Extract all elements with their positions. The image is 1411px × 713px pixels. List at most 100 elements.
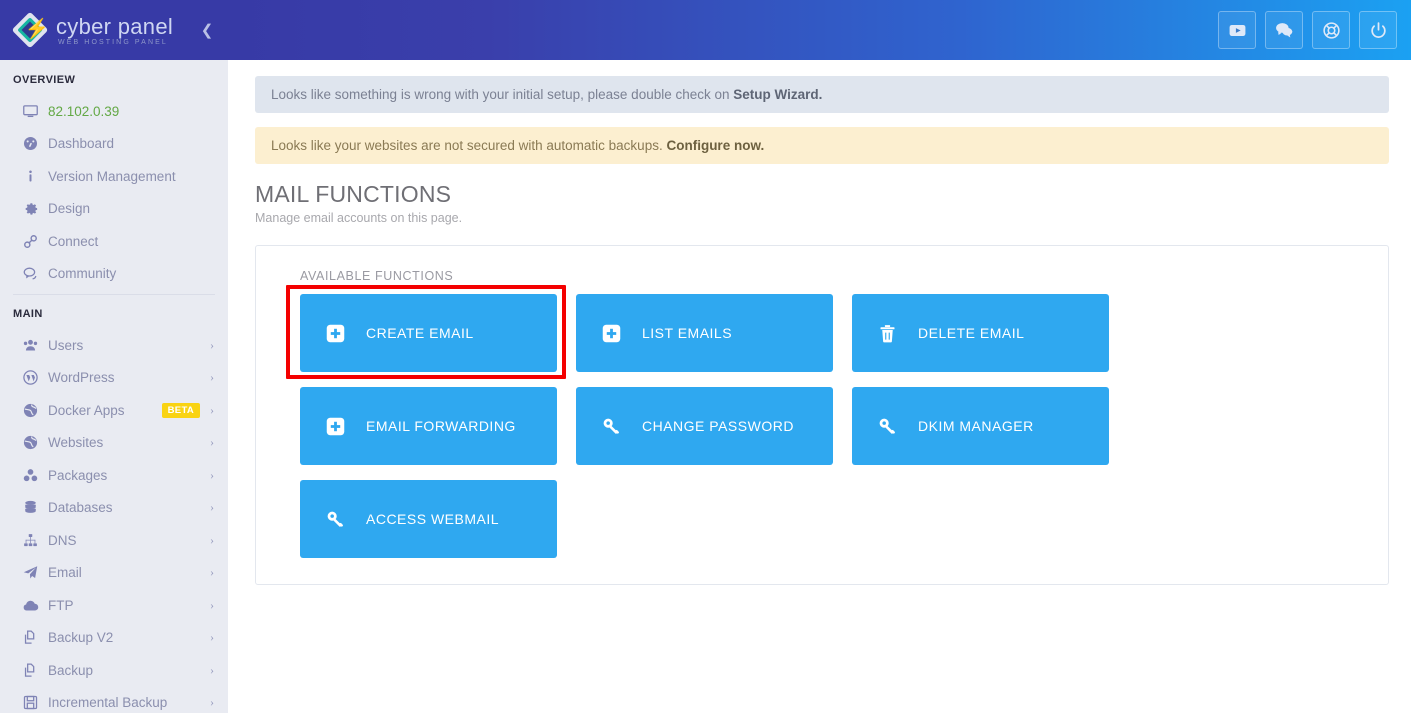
sidebar-item-packages[interactable]: Packages › [0,459,228,492]
brand-subtitle: WEB HOSTING PANEL [58,39,173,46]
sidebar-item-incremental-backup[interactable]: Incremental Backup› [0,687,228,713]
globe-icon [22,402,48,419]
function-button-label: CHANGE PASSWORD [642,418,794,434]
function-button-dkim-manager[interactable]: DKIM MANAGER [852,387,1109,465]
function-button-grid: CREATE EMAIL LIST EMAILS DELETE EMAIL EMAIL… [284,294,1360,558]
sidebar-heading-main: MAIN [0,295,228,329]
link-icon [22,233,48,250]
sidebar-item-dashboard[interactable]: Dashboard [0,128,228,161]
sidebar-item-connect[interactable]: Connect [0,225,228,258]
plus-square-icon [598,323,624,344]
sidebar-item-dns[interactable]: DNS › [0,524,228,557]
key-icon [322,509,348,530]
sitemap-icon [22,532,48,549]
info-icon [22,168,48,185]
function-button-email-forwarding[interactable]: EMAIL FORWARDING [300,387,557,465]
function-button-label: DELETE EMAIL [918,325,1024,341]
copy-icon [22,629,48,646]
function-button-label: EMAIL FORWARDING [366,418,516,434]
setup-wizard-link[interactable]: Setup Wizard. [733,87,822,102]
chevron-right-icon: › [210,663,214,678]
chevron-right-icon: › [210,370,214,385]
sidebar-item-label: Packages [48,468,107,483]
sidebar-item-label: Users [48,338,83,353]
function-button-change-password[interactable]: CHANGE PASSWORD [576,387,833,465]
sidebar-item-docker-apps[interactable]: Docker AppsBETA› [0,394,228,427]
database-icon [22,499,48,516]
sidebar-item-label: Version Management [48,169,176,184]
alert-text: Looks like your websites are not secured… [271,138,666,153]
available-functions-card: AVAILABLE FUNCTIONS CREATE EMAIL LIST EMA… [255,245,1389,585]
chat-icon[interactable] [1265,11,1303,49]
trash-icon [874,323,900,344]
plus-square-icon [322,416,348,437]
configure-now-link[interactable]: Configure now. [666,138,764,153]
sidebar-item-ftp[interactable]: FTP › [0,589,228,622]
youtube-icon[interactable] [1218,11,1256,49]
beta-badge: BETA [162,403,200,418]
sidebar-item-label: 82.102.0.39 [48,104,119,119]
sidebar-item-label: Design [48,201,90,216]
chevron-right-icon: › [210,598,214,613]
sidebar-item-design[interactable]: Design [0,193,228,226]
function-button-delete-email[interactable]: DELETE EMAIL [852,294,1109,372]
sidebar-item-wordpress[interactable]: WordPress› [0,362,228,395]
brand-name: cyber panel [56,15,173,38]
sidebar-item-backup[interactable]: Backup› [0,654,228,687]
cyberpanel-logo-icon: ⚡ [13,13,47,47]
sidebar-item-label: Incremental Backup [48,695,167,710]
key-icon [874,416,900,437]
sidebar-item-email[interactable]: Email› [0,557,228,590]
chevron-right-icon: › [210,338,214,353]
chevron-right-icon: › [210,533,214,548]
function-button-list-emails[interactable]: LIST EMAILS [576,294,833,372]
chevron-right-icon: › [210,468,214,483]
comments-icon [22,265,48,282]
power-icon[interactable] [1359,11,1397,49]
sidebar-item-users[interactable]: Users › [0,329,228,362]
function-button-label: CREATE EMAIL [366,325,474,341]
sidebar-item-community[interactable]: Community [0,258,228,291]
sidebar-item-label: FTP [48,598,74,613]
sidebar-item-label: Community [48,266,116,281]
gear-icon [22,200,48,217]
function-button-access-webmail[interactable]: ACCESS WEBMAIL [300,480,557,558]
chevron-right-icon: › [210,565,214,580]
card-label: AVAILABLE FUNCTIONS [284,269,1360,283]
chevron-right-icon: › [210,435,214,450]
main-content: Looks like something is wrong with your … [228,60,1411,713]
monitor-icon [22,103,48,120]
sidebar-item-backup-v2[interactable]: Backup V2› [0,622,228,655]
chevron-right-icon: › [210,500,214,515]
sidebar-item-label: DNS [48,533,77,548]
copy-icon [22,662,48,679]
save-icon [22,694,48,711]
sidebar-item-label: Backup V2 [48,630,113,645]
brand-area: ⚡ cyber panel WEB HOSTING PANEL ❮ [0,0,228,60]
sidebar-item-label: Databases [48,500,113,515]
sidebar-item-label: Dashboard [48,136,114,151]
function-button-label: LIST EMAILS [642,325,732,341]
chevron-left-icon[interactable]: ❮ [198,21,216,39]
users-icon [22,337,48,354]
globe-icon [22,434,48,451]
key-icon [598,416,624,437]
sidebar-item-label: Websites [48,435,103,450]
sidebar-item-82-102-0-39[interactable]: 82.102.0.39 [0,95,228,128]
paper-plane-icon [22,564,48,581]
sidebar-item-version-management[interactable]: Version Management [0,160,228,193]
packages-icon [22,467,48,484]
lifebuoy-icon[interactable] [1312,11,1350,49]
sidebar-item-databases[interactable]: Databases › [0,492,228,525]
sidebar-overview-list: 82.102.0.39 Dashboard Version Management De… [0,95,228,290]
sidebar-item-websites[interactable]: Websites › [0,427,228,460]
sidebar-item-label: Connect [48,234,98,249]
sidebar-heading-overview: OVERVIEW [0,60,228,95]
function-button-create-email[interactable]: CREATE EMAIL [300,294,557,372]
alert-backups: Looks like your websites are not secured… [255,127,1389,164]
sidebar-main-list: Users›WordPress›Docker AppsBETA›Websites… [0,329,228,713]
function-button-label: DKIM MANAGER [918,418,1034,434]
dashboard-icon [22,135,48,152]
sidebar-item-label: Docker Apps [48,403,125,418]
page-title: MAIL FUNCTIONS [255,181,1389,208]
